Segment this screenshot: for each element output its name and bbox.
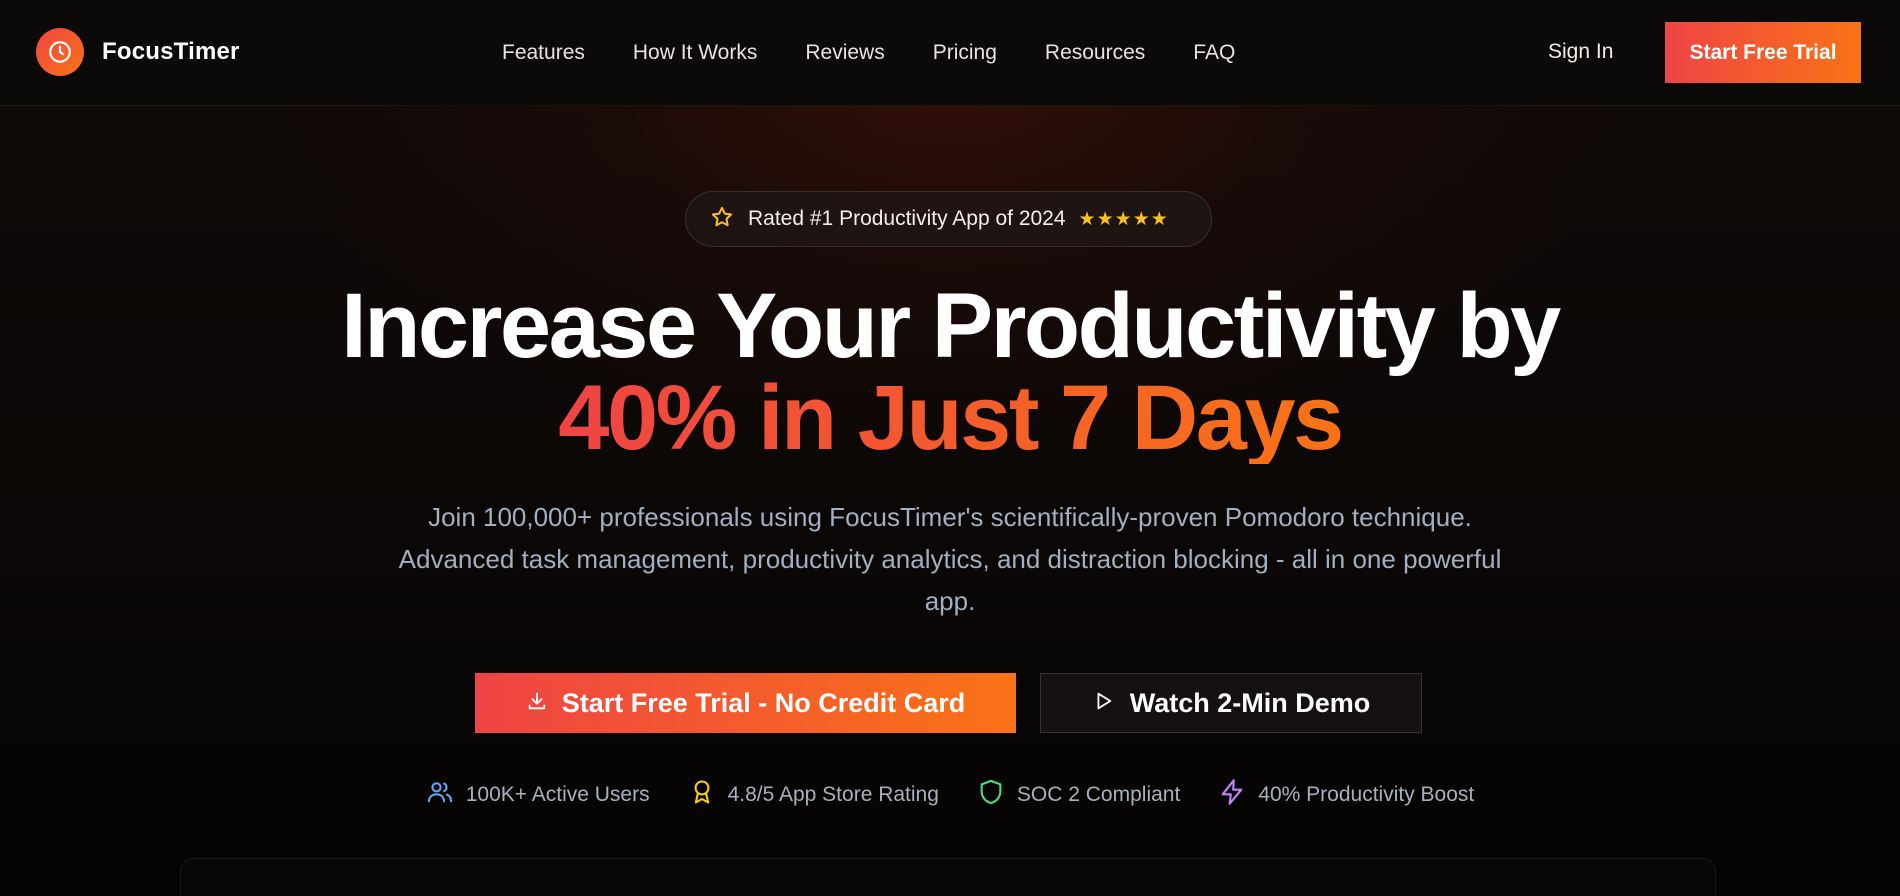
badge-text: Rated #1 Productivity App of 2024 xyxy=(748,207,1066,230)
brand[interactable]: FocusTimer xyxy=(36,28,240,76)
hero-subcopy: Join 100,000+ professionals using FocusT… xyxy=(398,502,1502,616)
download-icon xyxy=(526,688,548,719)
sign-in-link[interactable]: Sign In xyxy=(1548,40,1613,64)
star-outline-icon xyxy=(710,205,734,234)
hero-headline: Increase Your Productivity by 40% in Jus… xyxy=(0,280,1900,464)
clock-icon xyxy=(36,28,84,76)
star-icon: ★ xyxy=(1114,208,1132,230)
nav-links: Features How It Works Reviews Pricing Re… xyxy=(502,0,1235,106)
zap-icon xyxy=(1218,778,1246,812)
rating-badge: Rated #1 Productivity App of 2024 ★ ★ ★ … xyxy=(685,191,1212,247)
trust-item-compliance: SOC 2 Compliant xyxy=(977,778,1180,812)
trust-indicators: 100K+ Active Users 4.8/5 App Store Ratin… xyxy=(0,778,1900,812)
users-icon xyxy=(426,778,454,812)
play-icon xyxy=(1092,688,1114,719)
preview-card xyxy=(180,858,1716,896)
start-free-trial-cta[interactable]: Start Free Trial - No Credit Card xyxy=(475,673,1016,733)
headline-line-2: 40% in Just 7 Days xyxy=(558,367,1344,469)
nav-link-how-it-works[interactable]: How It Works xyxy=(633,41,757,65)
star-icon: ★ xyxy=(1096,208,1114,230)
trust-label-rating: 4.8/5 App Store Rating xyxy=(727,783,939,806)
nav-link-features[interactable]: Features xyxy=(502,41,585,65)
nav-link-resources[interactable]: Resources xyxy=(1045,41,1145,65)
brand-name: FocusTimer xyxy=(102,38,240,65)
shield-icon xyxy=(977,778,1005,812)
top-navbar: FocusTimer Features How It Works Reviews… xyxy=(0,0,1900,106)
trust-label-users: 100K+ Active Users xyxy=(465,783,650,806)
trust-item-rating: 4.8/5 App Store Rating xyxy=(688,778,939,812)
nav-link-reviews[interactable]: Reviews xyxy=(805,41,884,65)
start-free-trial-button[interactable]: Start Free Trial xyxy=(1665,22,1861,83)
trust-item-boost: 40% Productivity Boost xyxy=(1218,778,1474,812)
star-icon: ★ xyxy=(1132,208,1150,230)
watch-demo-button[interactable]: Watch 2-Min Demo xyxy=(1040,673,1422,733)
trust-label-compliance: SOC 2 Compliant xyxy=(1016,783,1181,806)
watch-demo-label: Watch 2-Min Demo xyxy=(1129,687,1371,718)
rating-stars: ★ ★ ★ ★ ★ xyxy=(1079,210,1168,229)
nav-link-faq[interactable]: FAQ xyxy=(1193,41,1235,65)
trust-item-users: 100K+ Active Users xyxy=(426,778,650,812)
start-free-trial-cta-label: Start Free Trial - No Credit Card xyxy=(561,687,966,718)
award-icon xyxy=(688,778,716,812)
star-icon: ★ xyxy=(1150,208,1168,230)
headline-line-1: Increase Your Productivity by xyxy=(341,275,1561,377)
trust-label-boost: 40% Productivity Boost xyxy=(1258,783,1475,806)
star-icon: ★ xyxy=(1078,208,1096,230)
nav-link-pricing[interactable]: Pricing xyxy=(933,41,997,65)
